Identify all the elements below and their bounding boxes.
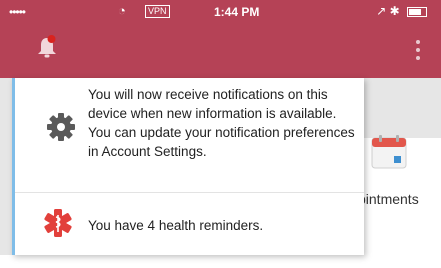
- status-bar: ••••• ◔ VPN 1:44 PM ↗ ✱: [0, 0, 441, 26]
- unread-indicator-dot: [47, 35, 56, 43]
- bell-icon[interactable]: [36, 34, 58, 60]
- notification-item[interactable]: You will now receive notifications on th…: [15, 78, 364, 192]
- bluetooth-icon: ✱: [389, 4, 400, 18]
- medical-star-icon: [43, 208, 73, 238]
- calendar-icon: [370, 134, 408, 170]
- status-time: 1:44 PM: [214, 5, 260, 19]
- notification-text: You have 4 health reminders.: [88, 218, 264, 233]
- app-toolbar: [0, 26, 441, 78]
- status-icons: ↗ ✱: [376, 4, 427, 18]
- appointments-label: pintments: [358, 191, 419, 207]
- kebab-menu-icon[interactable]: [415, 40, 421, 64]
- notification-text: You will now receive notifications on th…: [88, 87, 355, 159]
- gear-icon: [46, 112, 76, 142]
- signal-strength: •••••: [9, 5, 26, 19]
- notification-dropdown: You will now receive notifications on th…: [12, 78, 364, 255]
- battery-icon: [407, 6, 427, 17]
- wifi-icon: ◔: [118, 3, 126, 18]
- vpn-badge: VPN: [145, 5, 170, 18]
- notification-item[interactable]: You have 4 health reminders.: [15, 192, 364, 255]
- location-icon: ↗: [376, 4, 387, 18]
